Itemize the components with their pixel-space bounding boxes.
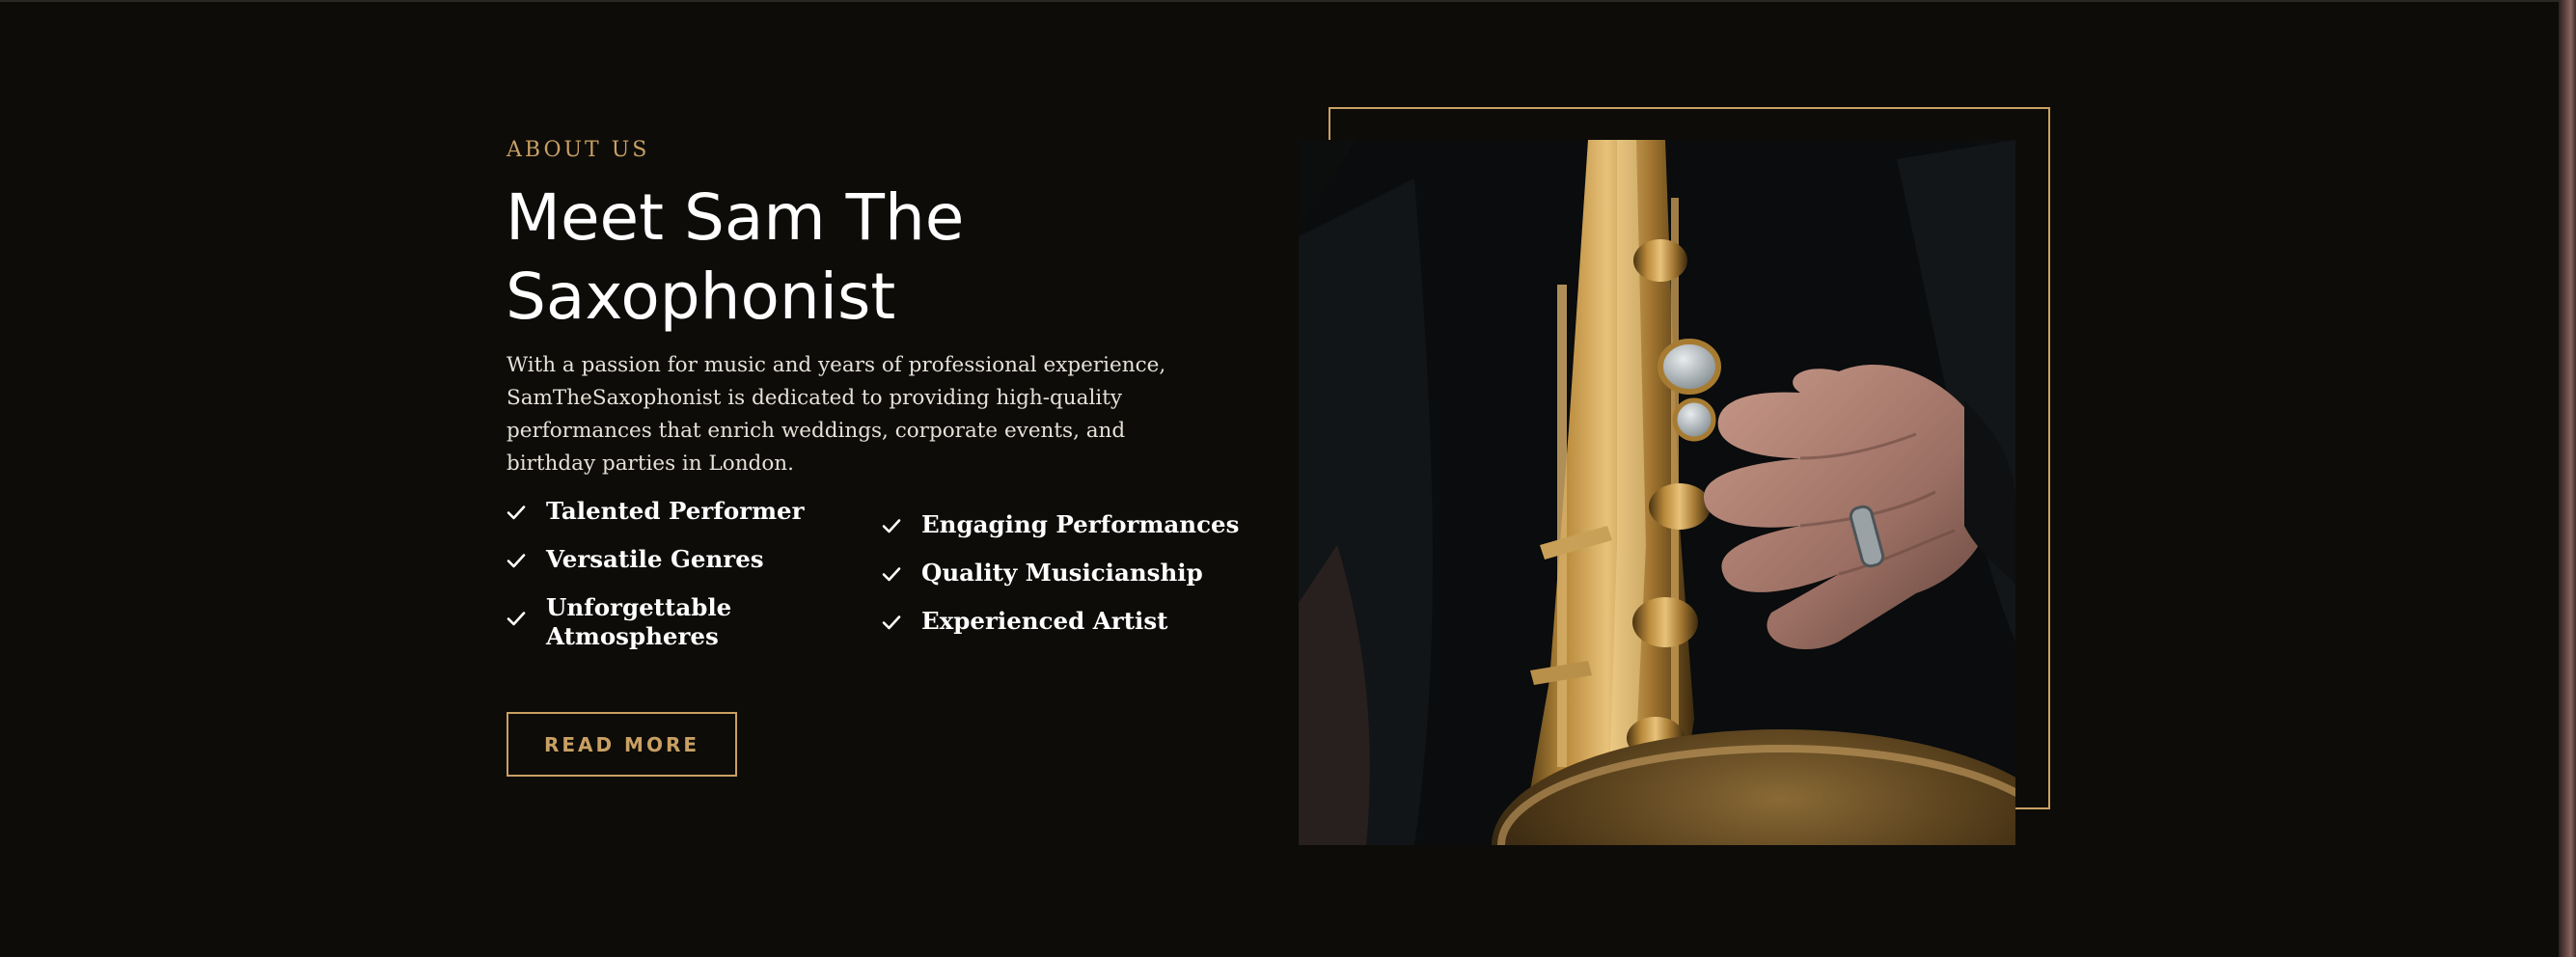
check-icon — [507, 554, 526, 568]
feature-list-left: Talented Performer Versatile Genres Unfo… — [507, 497, 854, 670]
about-section: ABOUT US Meet Sam The Saxophonist With a… — [0, 0, 2559, 957]
check-icon — [882, 615, 901, 630]
check-icon — [882, 567, 901, 582]
check-icon — [882, 519, 901, 533]
feature-item: Experienced Artist — [882, 607, 1248, 636]
about-description: With a passion for music and years of pr… — [507, 353, 1166, 476]
check-icon — [507, 506, 526, 520]
check-icon — [507, 612, 526, 626]
feature-label: Experienced Artist — [921, 607, 1168, 635]
feature-label: Quality Musicianship — [921, 559, 1203, 587]
feature-item: Talented Performer — [507, 497, 854, 526]
read-more-button[interactable]: READ MORE — [507, 712, 737, 777]
feature-label: Talented Performer — [546, 497, 805, 525]
feature-item: Quality Musicianship — [882, 559, 1248, 588]
adjacent-section-edge — [2559, 0, 2576, 957]
page-title: Meet Sam The Saxophonist — [506, 180, 965, 334]
feature-label: Engaging Performances — [921, 510, 1240, 538]
saxophonist-photo — [1299, 140, 2015, 845]
feature-label: Versatile Genres — [546, 545, 764, 573]
feature-item: Versatile Genres — [507, 545, 854, 574]
feature-label: Unforgettable Atmospheres — [546, 593, 732, 650]
feature-list-right: Engaging Performances Quality Musiciansh… — [882, 510, 1248, 655]
feature-item: Unforgettable Atmospheres — [507, 593, 854, 651]
feature-item: Engaging Performances — [882, 510, 1248, 539]
section-eyebrow: ABOUT US — [507, 138, 650, 162]
